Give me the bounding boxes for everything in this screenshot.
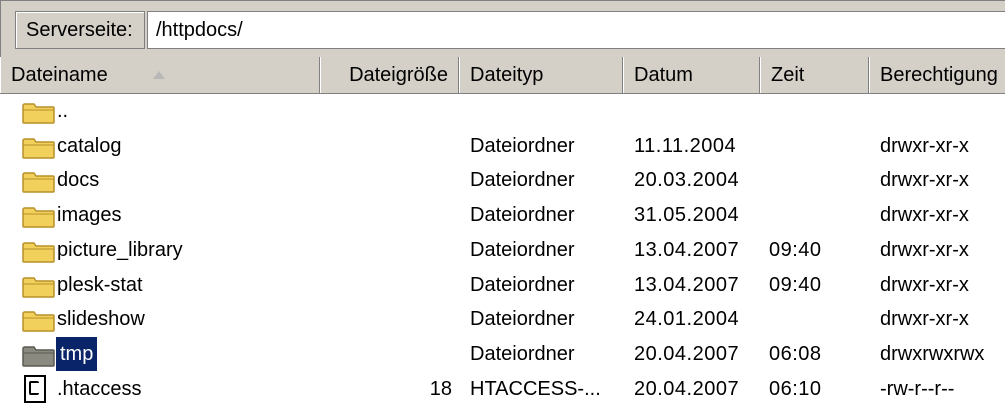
file-size [320, 129, 452, 163]
file-name: slideshow [57, 308, 145, 331]
file-row[interactable]: plesk-stat Dateiordner 13.04.2007 09:40 drwx… [0, 268, 1005, 302]
folder-icon [22, 275, 56, 298]
file-size [320, 94, 452, 128]
file-type: Dateiordner [470, 238, 575, 261]
file-row[interactable]: catalog Dateiordner 11.11.2004 drwxr-xr-x [0, 129, 1005, 163]
file-time: 09:40 [769, 273, 822, 296]
remote-path-input[interactable]: /httpdocs/ [147, 11, 1005, 49]
file-permissions: drwxr-xr-x [880, 134, 969, 157]
column-header-filename-label: Dateiname [11, 64, 108, 86]
file-row[interactable]: picture_library Dateiordner 13.04.2007 09:4… [0, 233, 1005, 267]
file-time: 09:40 [769, 238, 822, 261]
file-date: 13.04.2007 [634, 273, 740, 296]
file-name: images [57, 204, 122, 227]
folder-icon [22, 344, 56, 367]
file-type: HTACCESS-... [470, 377, 601, 400]
file-date: 31.05.2004 [634, 204, 740, 227]
file-date: 13.04.2007 [634, 238, 740, 261]
file-name: picture_library [57, 238, 183, 261]
file-list-header: Dateiname Dateigröße Dateityp Datum Zeit… [0, 57, 1005, 94]
file-name: plesk-stat [57, 273, 143, 296]
file-permissions: drwxrwxrwx [880, 342, 985, 365]
file-size [320, 268, 452, 302]
folder-icon [22, 170, 56, 194]
file-row[interactable]: tmp Dateiordner 20.04.2007 06:08 drwxrwxrwx [0, 336, 1005, 371]
file-date: 24.01.2004 [634, 308, 740, 331]
folder-icon [22, 309, 56, 332]
file-row[interactable]: slideshow Dateiordner 24.01.2004 drwxr-xr-x [0, 302, 1005, 336]
file-type: Dateiordner [470, 342, 575, 365]
file-type: Dateiordner [470, 273, 575, 296]
column-header-filesize[interactable]: Dateigröße [320, 57, 459, 93]
file-time: 06:08 [769, 342, 822, 365]
file-name: catalog [57, 134, 122, 157]
file-permissions: drwxr-xr-x [880, 169, 969, 192]
column-header-time[interactable]: Zeit [760, 57, 869, 93]
file-permissions: drwxr-xr-x [880, 308, 969, 331]
file-size [320, 337, 452, 371]
file-time: 06:10 [769, 377, 822, 400]
file-row[interactable]: .. [0, 94, 1005, 128]
column-header-permissions[interactable]: Berechtigung [869, 57, 1005, 93]
folder-icon [22, 240, 56, 263]
column-header-filetype[interactable]: Dateityp [459, 57, 623, 93]
file-size [320, 302, 452, 336]
folder-icon [22, 136, 56, 159]
file-size [320, 163, 452, 197]
file-date: 20.04.2007 [634, 377, 740, 400]
file-row[interactable]: docs Dateiordner 20.03.2004 drwxr-xr-x [0, 163, 1005, 197]
file-type: Dateiordner [470, 204, 575, 227]
folder-icon [22, 101, 56, 124]
file-name: docs [57, 169, 100, 192]
file-name: .. [57, 100, 69, 122]
folder-icon [22, 205, 56, 228]
file-size [320, 233, 452, 267]
file-name: .htaccess [57, 377, 142, 400]
file-size [320, 198, 452, 232]
file-row[interactable]: .htaccess 18 HTACCESS-... 20.04.2007 06:10 -r… [0, 372, 1005, 406]
sort-ascending-icon [153, 71, 165, 79]
file-type: Dateiordner [470, 169, 575, 192]
file-type: Dateiordner [470, 134, 575, 157]
file-size: 18 [429, 377, 452, 400]
file-name: tmp [56, 336, 98, 371]
remote-path-bar: Serverseite: /httpdocs/ [0, 0, 1005, 57]
column-header-filename[interactable]: Dateiname [0, 57, 320, 93]
file-list: .. catalog Dateiordner 11.11.2004 drwxr-xr-x… [0, 94, 1005, 403]
file-permissions: -rw-r--r-- [880, 377, 955, 400]
file-date: 20.04.2007 [634, 342, 740, 365]
file-icon [24, 374, 46, 403]
file-date: 20.03.2004 [634, 169, 740, 192]
file-row[interactable]: images Dateiordner 31.05.2004 drwxr-xr-x [0, 198, 1005, 232]
file-date: 11.11.2004 [634, 134, 737, 157]
file-type: Dateiordner [470, 308, 575, 331]
file-permissions: drwxr-xr-x [880, 273, 969, 296]
column-header-date[interactable]: Datum [623, 57, 760, 93]
file-permissions: drwxr-xr-x [880, 204, 969, 227]
server-side-label: Serverseite: [15, 11, 145, 49]
file-permissions: drwxr-xr-x [880, 238, 969, 261]
